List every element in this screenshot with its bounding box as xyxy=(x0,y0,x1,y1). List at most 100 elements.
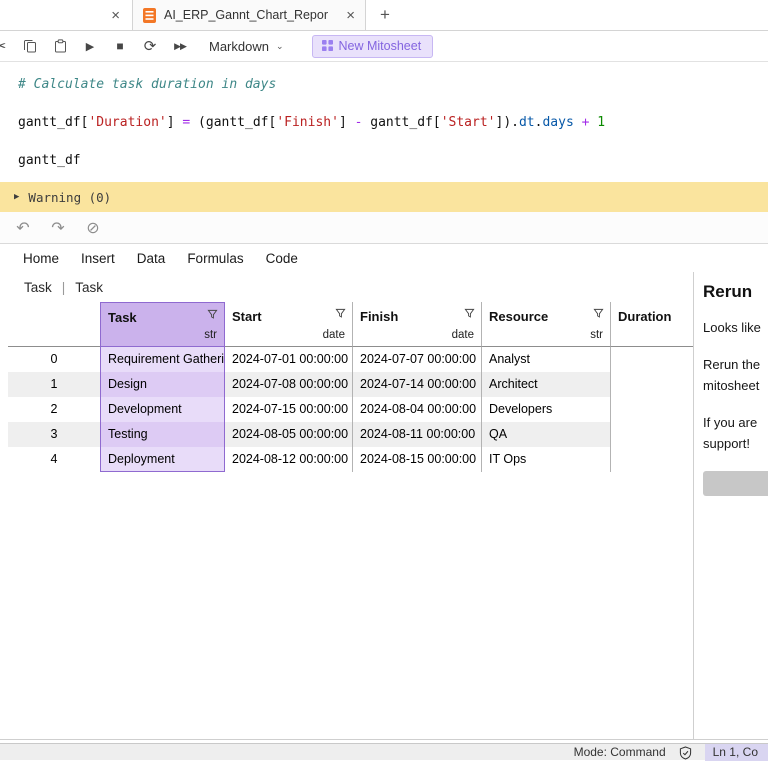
mode-indicator: Mode: Command xyxy=(573,745,666,759)
column-dtype: date xyxy=(322,329,345,341)
warning-toggle[interactable]: ▶ Warning (0) xyxy=(0,182,768,212)
sheet-tab-name-2[interactable]: Task xyxy=(75,280,103,295)
cell-type-dropdown[interactable]: Markdown ⌄ xyxy=(209,39,284,54)
row-index[interactable]: 3 xyxy=(8,422,100,447)
notebook-tab[interactable]: AI_ERP_Gannt_Chart_Repor × xyxy=(133,0,366,30)
menu-data[interactable]: Data xyxy=(126,251,177,266)
stop-kernel-icon[interactable]: ■ xyxy=(105,39,135,53)
status-bar: Mode: Command Ln 1, Co xyxy=(0,743,768,761)
filter-icon[interactable] xyxy=(464,308,475,319)
run-cell-icon[interactable]: ▶ xyxy=(75,40,105,53)
paste-icon[interactable] xyxy=(45,39,75,53)
column-title: Finish xyxy=(360,309,399,324)
index-header xyxy=(8,302,100,347)
sheet-tab-separator: | xyxy=(61,279,66,295)
cell-resource[interactable]: Developers xyxy=(481,397,610,422)
run-all-icon[interactable]: ▶▶ xyxy=(165,41,195,52)
sheet-area: Task | Task Task str Start date Finish d… xyxy=(0,272,693,739)
tab-title: AI_ERP_Gannt_Chart_Repor xyxy=(164,8,328,22)
menu-insert[interactable]: Insert xyxy=(70,251,126,266)
cell-duration[interactable] xyxy=(610,372,693,397)
cell-duration[interactable] xyxy=(610,397,693,422)
previous-tab[interactable]: × xyxy=(0,0,133,30)
cell-finish[interactable]: 2024-08-11 00:00:00 xyxy=(352,422,481,447)
table-rows: 0 Requirement Gathering 2024-07-01 00:00… xyxy=(8,347,693,472)
taskpane-text: Rerun the xyxy=(703,357,761,372)
code-cell[interactable]: # Calculate task duration in days gantt_… xyxy=(0,62,768,182)
copy-icon[interactable] xyxy=(15,39,45,53)
new-mitosheet-button[interactable]: New Mitosheet xyxy=(311,34,434,58)
code-comment: # Calculate task duration in days xyxy=(18,77,277,92)
taskpane-text: If you are xyxy=(703,415,758,430)
clear-icon[interactable]: ⊘ xyxy=(83,218,103,238)
cell-task[interactable]: Development xyxy=(100,397,225,422)
cell-resource[interactable]: IT Ops xyxy=(481,447,610,472)
row-index[interactable]: 1 xyxy=(8,372,100,397)
table-row: 3 Testing 2024-08-05 00:00:00 2024-08-11… xyxy=(8,422,693,447)
column-header-task[interactable]: Task str xyxy=(100,302,225,347)
cell-task[interactable]: Requirement Gathering xyxy=(100,347,225,372)
cursor-position[interactable]: Ln 1, Co xyxy=(704,743,768,761)
filter-icon[interactable] xyxy=(335,308,346,319)
column-header-duration[interactable]: Duration xyxy=(610,302,693,347)
row-index[interactable]: 4 xyxy=(8,447,100,472)
column-header-resource[interactable]: Resource str xyxy=(481,302,610,347)
chevron-down-icon: ⌄ xyxy=(275,40,284,51)
menu-code[interactable]: Code xyxy=(255,251,309,266)
close-icon[interactable]: × xyxy=(111,8,120,23)
expand-arrow-icon: ▶ xyxy=(14,192,20,202)
filter-icon[interactable] xyxy=(593,308,604,319)
restart-kernel-icon[interactable]: ⟳ xyxy=(135,37,165,55)
code-line: gantt_df xyxy=(18,153,81,168)
menu-home[interactable]: Home xyxy=(12,251,70,266)
code-line: gantt_df['Duration'] = (gantt_df['Finish… xyxy=(18,115,606,130)
taskpane-text: mitosheet xyxy=(703,378,760,393)
new-mitosheet-label: New Mitosheet xyxy=(338,38,422,53)
filter-icon[interactable] xyxy=(207,309,218,320)
mito-menu: Home Insert Data Formulas Code xyxy=(0,244,768,272)
cell-task[interactable]: Design xyxy=(100,372,225,397)
table-row: 0 Requirement Gathering 2024-07-01 00:00… xyxy=(8,347,693,372)
sheet-tab[interactable]: Task | Task xyxy=(0,272,693,302)
cell-start[interactable]: 2024-08-12 00:00:00 xyxy=(225,447,352,472)
redo-icon[interactable]: ↷ xyxy=(48,218,68,238)
column-title: Duration xyxy=(618,309,672,324)
taskpane-title: Rerun xyxy=(703,282,753,301)
cell-duration[interactable] xyxy=(610,347,693,372)
cell-start[interactable]: 2024-07-15 00:00:00 xyxy=(225,397,352,422)
sheet-tab-name[interactable]: Task xyxy=(24,280,52,295)
cut-icon[interactable]: ✂ xyxy=(0,37,15,55)
cell-start[interactable]: 2024-07-08 00:00:00 xyxy=(225,372,352,397)
column-dtype: str xyxy=(590,329,603,341)
cell-start[interactable]: 2024-07-01 00:00:00 xyxy=(225,347,352,372)
cell-task[interactable]: Deployment xyxy=(100,447,225,472)
cell-duration[interactable] xyxy=(610,447,693,472)
table-row: 1 Design 2024-07-08 00:00:00 2024-07-14 … xyxy=(8,372,693,397)
cell-finish[interactable]: 2024-07-07 00:00:00 xyxy=(352,347,481,372)
row-index[interactable]: 0 xyxy=(8,347,100,372)
column-header-finish[interactable]: Finish date xyxy=(352,302,481,347)
cell-resource[interactable]: Analyst xyxy=(481,347,610,372)
cell-task[interactable]: Testing xyxy=(100,422,225,447)
column-header-start[interactable]: Start date xyxy=(225,302,352,347)
cell-finish[interactable]: 2024-08-15 00:00:00 xyxy=(352,447,481,472)
new-tab-button[interactable]: + xyxy=(366,0,404,30)
cell-resource[interactable]: QA xyxy=(481,422,610,447)
undo-icon[interactable]: ↶ xyxy=(13,218,33,238)
mito-toolbar: ↶ ↷ ⊘ xyxy=(0,212,768,244)
tab-bar: × AI_ERP_Gannt_Chart_Repor × + xyxy=(0,0,768,31)
column-title: Resource xyxy=(489,309,549,324)
column-title: Task xyxy=(108,310,137,325)
rerun-button[interactable] xyxy=(703,471,768,496)
column-dtype: str xyxy=(204,329,217,341)
header-row: Task str Start date Finish date Resource xyxy=(8,302,693,347)
cell-start[interactable]: 2024-08-05 00:00:00 xyxy=(225,422,352,447)
menu-formulas[interactable]: Formulas xyxy=(176,251,254,266)
cell-duration[interactable] xyxy=(610,422,693,447)
cell-finish[interactable]: 2024-08-04 00:00:00 xyxy=(352,397,481,422)
notebook-icon xyxy=(143,7,156,23)
cell-resource[interactable]: Architect xyxy=(481,372,610,397)
row-index[interactable]: 2 xyxy=(8,397,100,422)
close-icon[interactable]: × xyxy=(346,8,355,23)
cell-finish[interactable]: 2024-07-14 00:00:00 xyxy=(352,372,481,397)
